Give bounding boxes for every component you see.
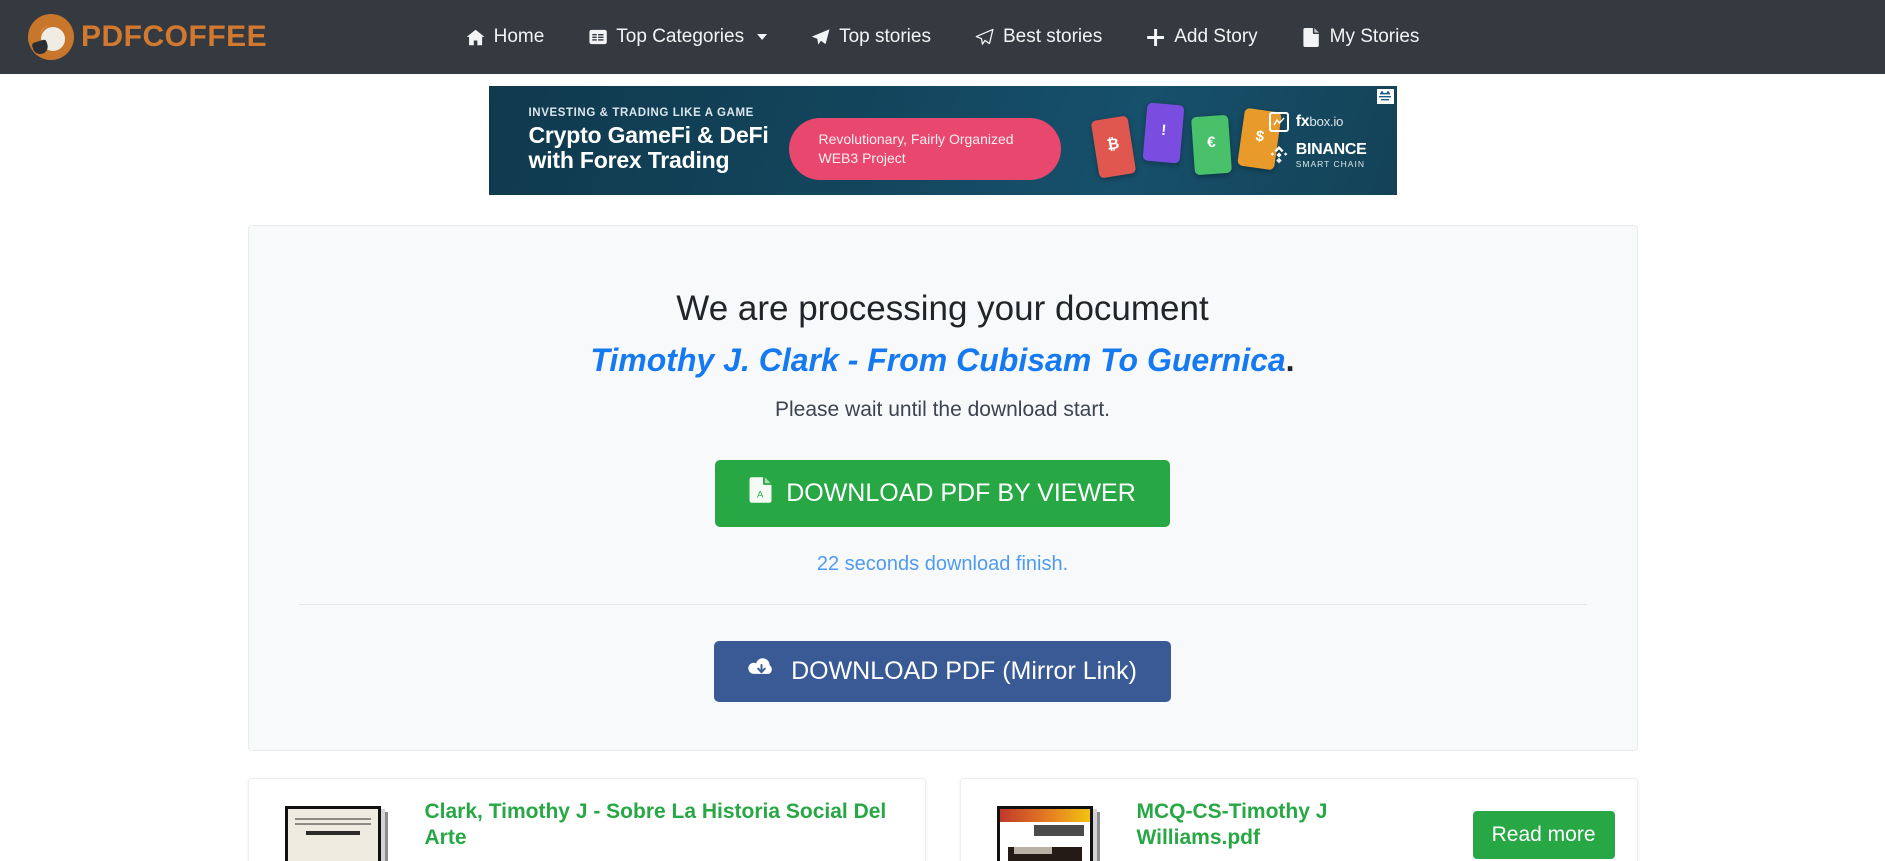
ad-headline: Crypto GameFi & DeFi with Forex Trading (529, 123, 769, 173)
ad-partner-logos: fxbox.io BINANCE SMART CHAIN (1268, 112, 1367, 178)
document-thumbnail[interactable]: MCQs COMPUTER (983, 799, 1115, 861)
chart-square-icon (1268, 112, 1289, 132)
file-icon (1302, 27, 1321, 47)
document-title-period: . (1285, 342, 1295, 378)
chevron-down-icon (757, 34, 768, 40)
nav-item-label: Top stories (839, 26, 931, 47)
download-pdf-by-viewer-button[interactable]: A DOWNLOAD PDF BY VIEWER (715, 460, 1170, 527)
ad-logo1-bold: fx (1295, 113, 1310, 130)
svg-text:A: A (757, 490, 764, 501)
ad-banner-region: INVESTING & TRADING LIKE A GAME Crypto G… (0, 74, 1885, 195)
related-documents-list: Clark, Timothy J - Sobre La Historia Soc… (247, 778, 1638, 861)
mcq-book-cover-thumbnail: MCQs COMPUTER (996, 806, 1093, 861)
countdown-text[interactable]: 22 seconds download finish. (299, 553, 1587, 576)
nav-item-label: My Stories (1329, 26, 1420, 47)
document-title-link[interactable]: Clark, Timothy J - Sobre La Historia Soc… (425, 799, 903, 851)
document-title-text: Timothy J. Clark - From Cubisam To Guern… (590, 342, 1286, 378)
mirror-button-label: DOWNLOAD PDF (Mirror Link) (791, 657, 1137, 685)
paper-plane-outline-icon (975, 28, 994, 47)
advertisement-banner[interactable]: INVESTING & TRADING LIKE A GAME Crypto G… (488, 86, 1397, 195)
brand-logo-link[interactable]: PDFCOFFEE (28, 14, 267, 60)
ad-logo-binance: BINANCE SMART CHAIN (1269, 141, 1367, 169)
paper-plane-icon (811, 28, 830, 47)
plus-icon (1146, 28, 1165, 47)
processing-panel: We are processing your document Timothy … (247, 225, 1638, 751)
document-info: Clark, Timothy J - Sobre La Historia Soc… (425, 799, 903, 861)
file-pdf-icon: A (749, 477, 772, 510)
top-navbar: PDFCOFFEE Home Top Categories Top storie… (0, 0, 1885, 74)
processing-heading: We are processing your document Timothy … (299, 286, 1587, 386)
nav-item-label: Best stories (1002, 26, 1103, 47)
document-thumbnail[interactable] (271, 799, 403, 861)
binance-diamond-icon (1269, 145, 1289, 165)
ad-logo1-light: box.io (1309, 114, 1344, 129)
nav-item-label: Home (493, 26, 545, 47)
nav-item-top-categories[interactable]: Top Categories (566, 18, 789, 56)
nav-item-add-story[interactable]: Add Story (1124, 18, 1279, 56)
ad-kicker-text: INVESTING & TRADING LIKE A GAME (528, 107, 754, 119)
ad-card-graphic: ₿ (1090, 115, 1136, 179)
wait-message: Please wait until the download start. (774, 398, 1111, 421)
ad-card-symbol: ₿ (1105, 135, 1120, 154)
ad-headline-line1: Crypto GameFi & DeFi (528, 122, 769, 148)
ad-logo2-sub: SMART CHAIN (1295, 159, 1365, 169)
list-item[interactable]: MCQs COMPUTER MCQ-CS-Timothy J Williams.… (959, 778, 1638, 861)
download-button-label: DOWNLOAD PDF BY VIEWER (786, 479, 1136, 507)
adchoices-icon[interactable] (1376, 89, 1394, 104)
ad-headline-line2: with Forex Trading (528, 147, 730, 173)
list-alt-icon (588, 28, 607, 47)
ad-pill-callout: Revolutionary, Fairly Organized WEB3 Pro… (788, 118, 1061, 180)
download-pdf-mirror-link-button[interactable]: DOWNLOAD PDF (Mirror Link) (714, 641, 1171, 702)
ad-card-symbol: ! (1159, 121, 1167, 140)
nav-item-my-stories[interactable]: My Stories (1280, 18, 1442, 56)
nav-item-label: Top Categories (616, 26, 745, 47)
coffee-cup-logo-icon (28, 14, 74, 60)
brand-name: PDFCOFFEE (81, 20, 268, 53)
ad-pill-line1: Revolutionary, Fairly Organized (818, 131, 1014, 147)
book-cover-thumbnail (284, 806, 381, 861)
nav-item-home[interactable]: Home (444, 18, 567, 56)
list-item[interactable]: Clark, Timothy J - Sobre La Historia Soc… (247, 778, 926, 861)
ad-card-symbol: € (1206, 133, 1216, 152)
ad-logo2-name: BINANCE (1295, 141, 1367, 158)
document-info: MCQ-CS-Timothy J Williams.pdf 111 26 (1137, 799, 1615, 861)
home-icon (466, 28, 485, 47)
nav-menu: Home Top Categories Top stories Best sto… (444, 18, 1442, 56)
nav-item-label: Add Story (1174, 26, 1258, 47)
document-title-link[interactable]: MCQ-CS-Timothy J Williams.pdf (1137, 799, 1453, 851)
section-divider (298, 604, 1587, 605)
processing-text: We are processing your document (676, 289, 1209, 328)
ad-logo-fxbox: fxbox.io (1268, 112, 1367, 132)
cloud-download-icon (748, 657, 775, 686)
read-more-button[interactable]: Read more (1472, 811, 1615, 859)
ad-pill-line2: WEB3 Project (818, 150, 906, 166)
nav-item-top-stories[interactable]: Top stories (789, 18, 953, 56)
ad-card-graphic: € (1190, 114, 1232, 176)
ad-card-graphic: ! (1142, 102, 1184, 164)
document-title-link[interactable]: Timothy J. Clark - From Cubisam To Guern… (299, 334, 1587, 386)
nav-item-best-stories[interactable]: Best stories (953, 18, 1124, 56)
